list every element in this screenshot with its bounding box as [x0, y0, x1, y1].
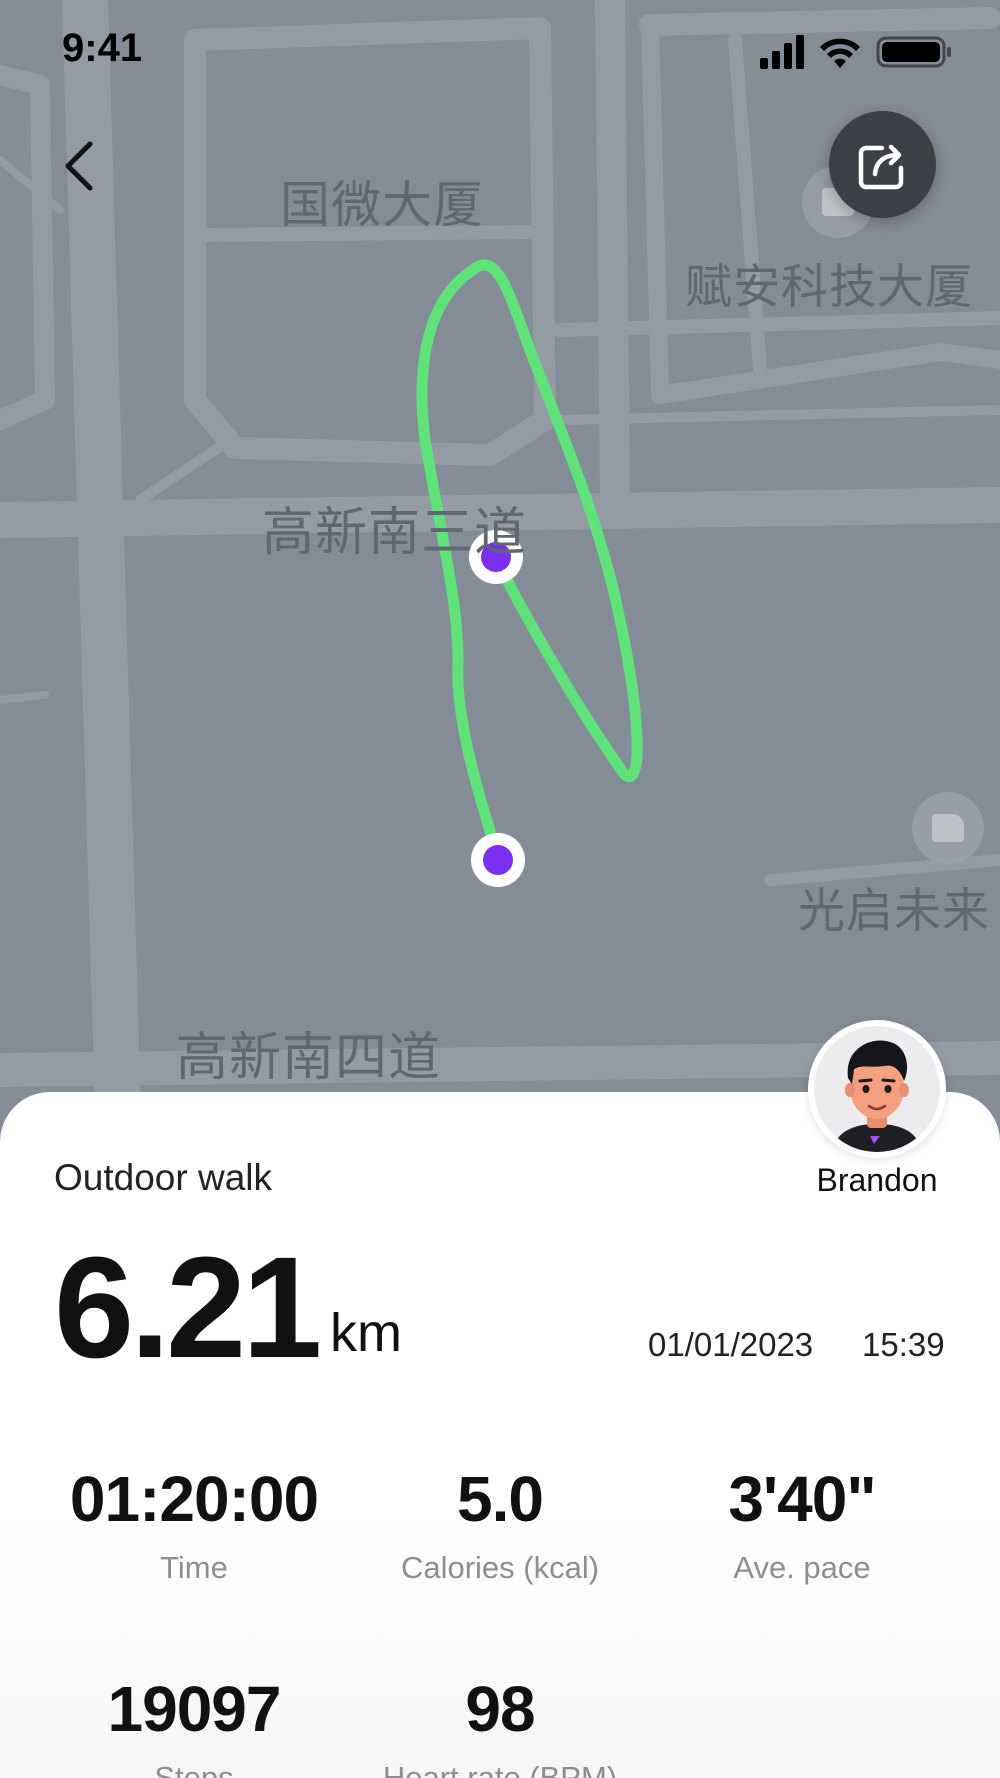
stat-heart-rate: 98 Heart rate (BPM) [340, 1672, 660, 1778]
stat-label: Steps [154, 1760, 234, 1778]
status-time: 9:41 [62, 26, 143, 70]
activity-date: 01/01/2023 [648, 1326, 814, 1363]
signal-icon [760, 35, 804, 69]
map-label-road-3: 高新南三道 [262, 503, 528, 563]
map-label-guangqi: 光启未来 [798, 884, 990, 939]
map-label-road-4: 高新南四道 [176, 1028, 442, 1088]
map-label-fuan: 赋安科技大厦 [685, 260, 973, 315]
username: Brandon [816, 1162, 938, 1198]
stat-pace: 3'40" Ave. pace [642, 1462, 962, 1586]
activity-start-time: 15:39 [862, 1326, 945, 1363]
chevron-left-icon [65, 141, 93, 191]
route-marker-start [471, 833, 525, 887]
back-button[interactable] [56, 136, 106, 196]
distance-unit: km [330, 1303, 402, 1363]
stat-label: Calories (kcal) [400, 1550, 600, 1585]
share-icon [858, 144, 904, 190]
building-poi-icon[interactable] [912, 792, 984, 864]
share-button[interactable] [829, 111, 936, 218]
battery-icon [876, 36, 951, 68]
stat-label: Time [160, 1550, 228, 1585]
stat-calories: 5.0 Calories (kcal) [340, 1462, 660, 1586]
stat-label: Ave. pace [733, 1550, 871, 1585]
stat-label: Heart rate (BPM) [382, 1760, 618, 1778]
stat-value: 19097 [107, 1673, 282, 1745]
avatar[interactable] [808, 1020, 946, 1158]
stat-value: 01:20:00 [69, 1463, 319, 1535]
stat-value: 3'40" [728, 1463, 876, 1535]
distance-value: 6.21 [54, 1227, 322, 1388]
stat-steps: 19097 Steps [34, 1672, 354, 1778]
wifi-icon [820, 38, 860, 68]
map-label-guowei: 国微大厦 [280, 176, 484, 234]
activity-type: Outdoor walk [54, 1157, 272, 1198]
stat-value: 5.0 [457, 1463, 544, 1535]
user-avatar-icon [832, 1040, 922, 1152]
stat-duration: 01:20:00 Time [34, 1462, 354, 1586]
status-icons [760, 35, 951, 69]
stat-value: 98 [465, 1673, 535, 1745]
